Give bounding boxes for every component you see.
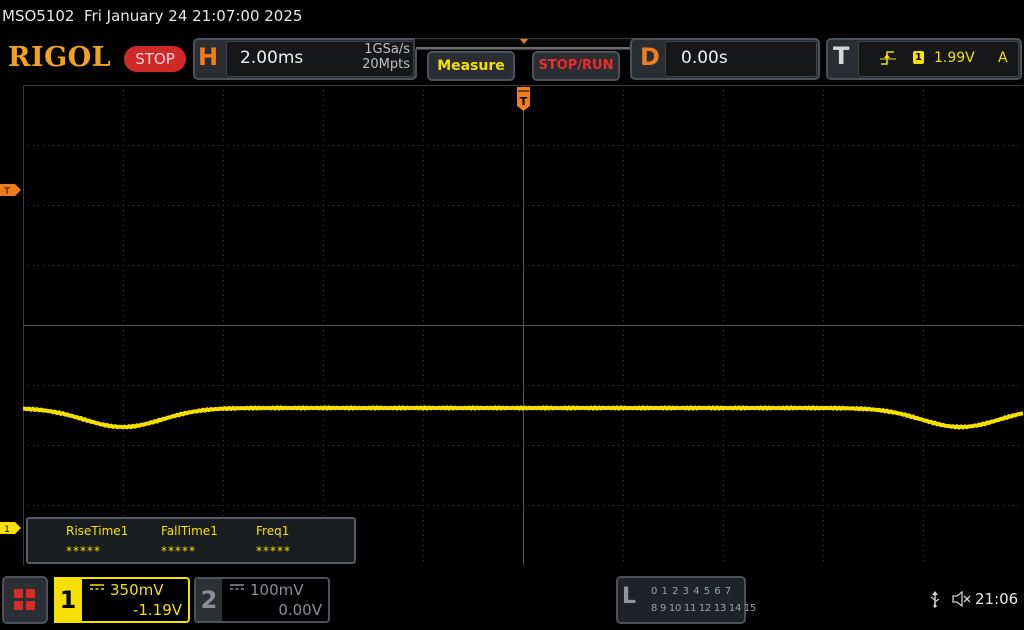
speaker-mute-icon[interactable] [951,590,971,608]
datetime: Fri January 24 21:07:00 2025 [84,7,303,25]
trigger-mode: A [998,50,1008,66]
usb-icon [930,591,940,608]
dc-coupling-icon [230,584,244,590]
dc-coupling-icon [90,584,104,590]
model-name: MSO5102 [2,7,75,25]
main-menu-button[interactable] [2,576,48,624]
trigger-position-marker[interactable]: T [516,86,531,112]
trigger-level: 1.99V [934,50,975,66]
ch1-offset: -1.19V [132,601,182,619]
sample-rate: 1GSa/s [364,42,410,57]
logic-channels-row-2: 8 9 10 11 12 13 14 15 [651,603,757,614]
memory-depth: 20Mpts [362,57,410,72]
waveform-grid[interactable] [23,85,1023,565]
stop-run-button-label: STOP/RUN [538,58,614,73]
ch2-offset: 0.00V [278,601,322,619]
measurement-value-risetime: ***** [66,544,101,558]
trigger-level-marker-label: T [3,187,10,196]
measurement-label-freq: Freq1 [256,524,290,538]
ch2-number: 2 [196,579,222,621]
logic-channels-row-1: 0 1 2 3 4 5 6 7 [651,586,732,597]
timeline-overview[interactable] [414,38,636,50]
logic-letter: L [622,584,637,609]
ch1-ground-marker[interactable]: 1 [0,522,22,534]
timebase-value: 2.00ms [240,48,304,68]
system-clock: 21:06 [975,590,1019,608]
ch2-scale: 100mV [250,581,304,599]
rigol-logo: RIGOL [8,42,112,73]
title-bar: MSO5102 Fri January 24 21:07:00 2025 [0,0,1024,34]
ch1-scale: 350mV [110,581,164,599]
measurement-value-freq: ***** [256,544,291,558]
measure-button-label: Measure [437,58,505,74]
run-state-badge[interactable]: STOP [124,46,186,72]
trigger-position-label: T [520,95,528,108]
horizontal-letter: H [198,43,219,71]
trigger-letter: T [833,42,850,70]
ch1-marker-label: 1 [4,525,10,534]
measurement-label-risetime: RiseTime1 [66,524,129,538]
trigger-level-marker[interactable]: T [0,184,22,196]
delay-value: 0.00s [681,48,728,68]
measurement-label-falltime: FallTime1 [161,524,218,538]
grid-menu-icon [14,589,35,610]
ch1-number: 1 [54,577,82,623]
delay-letter: D [640,43,660,71]
trigger-source-badge: 1 [913,51,924,64]
measurement-value-falltime: ***** [161,544,196,558]
acquisition-info: 1GSa/s 20Mpts [330,42,410,72]
rising-edge-icon [880,51,896,65]
grid-lines [23,85,1023,565]
